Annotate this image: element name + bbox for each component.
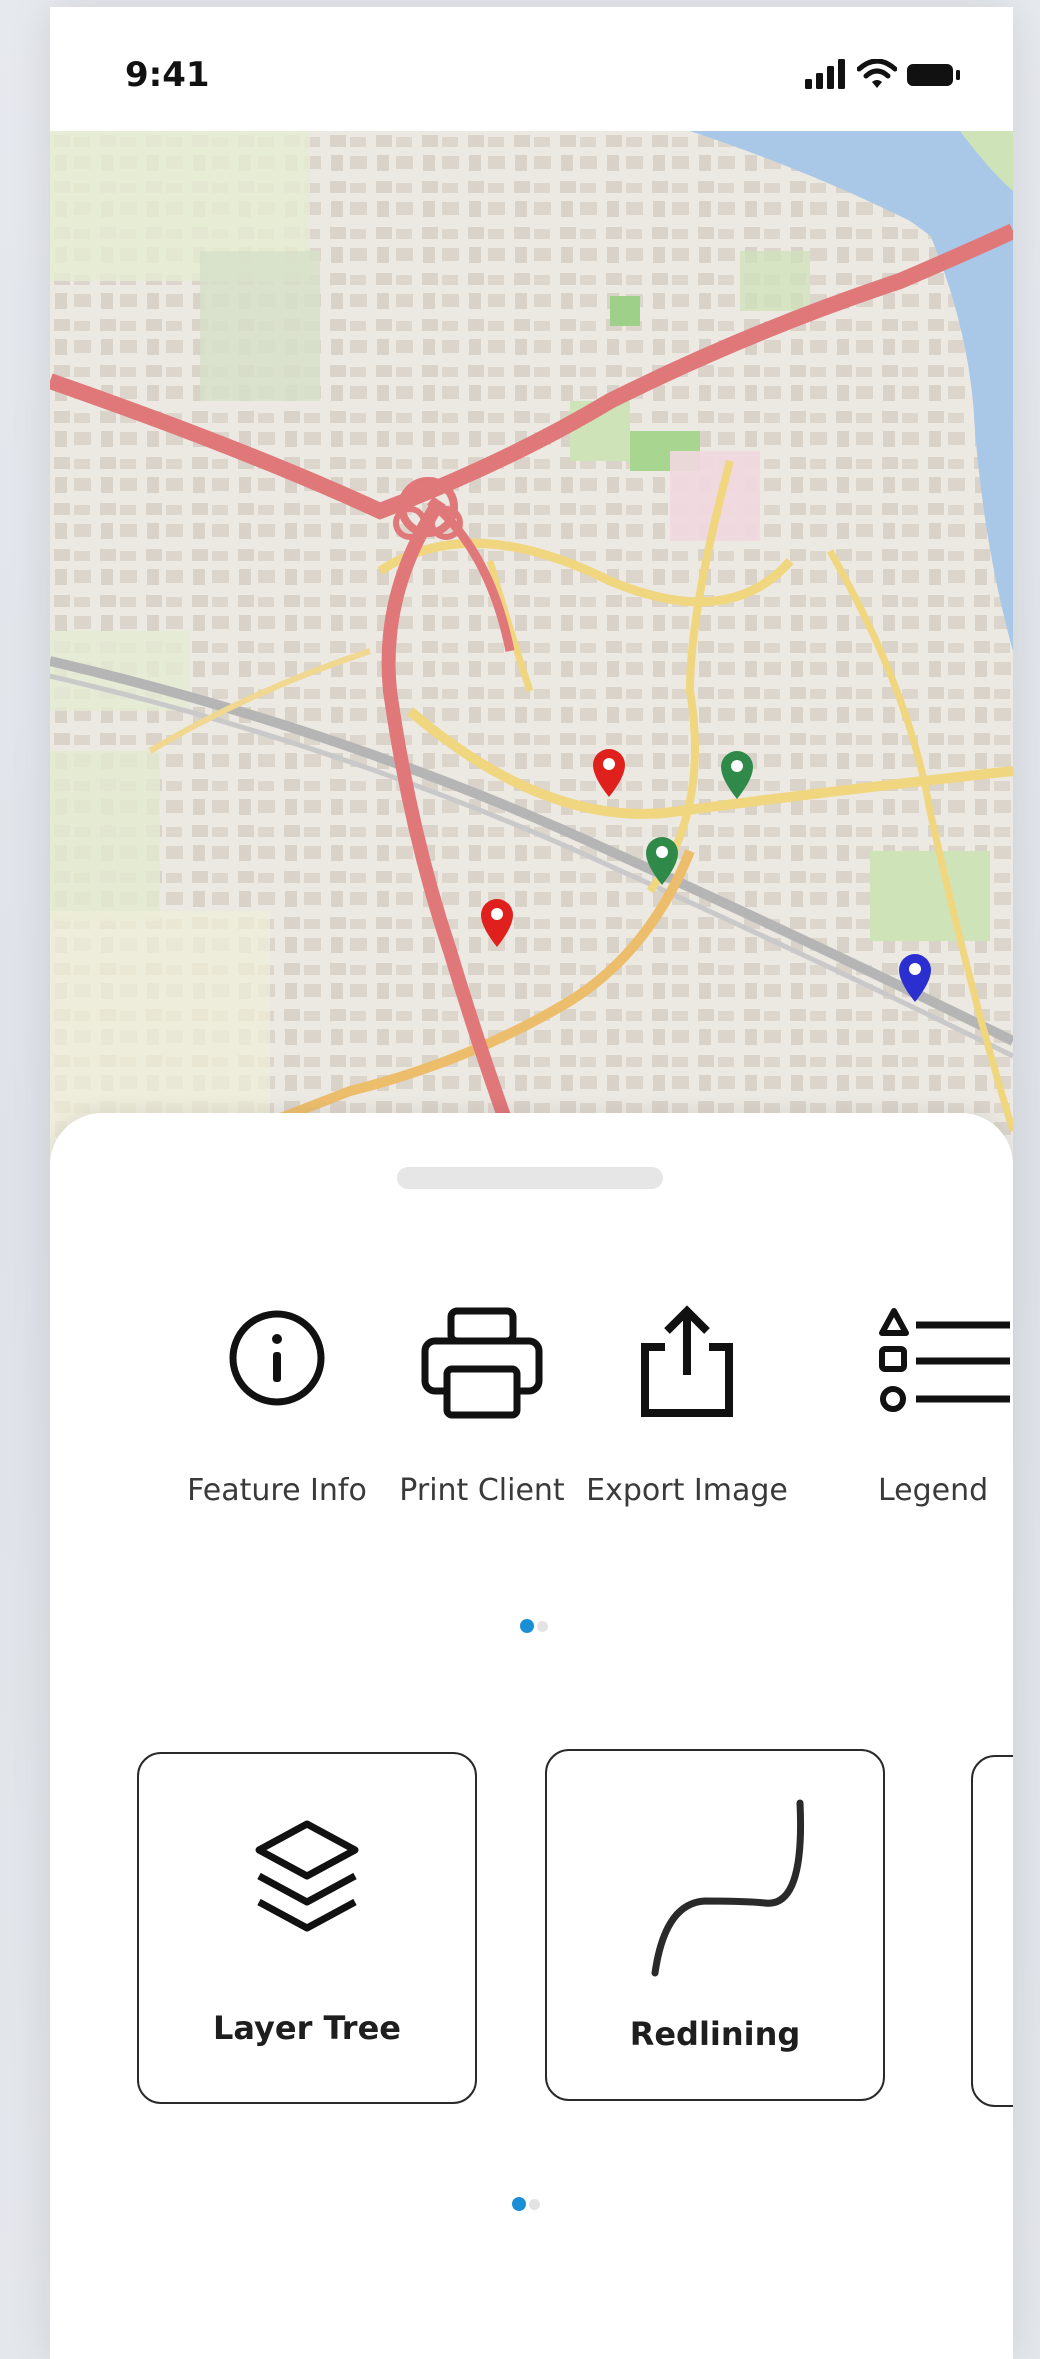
sheet-grabber[interactable]	[397, 1167, 663, 1189]
map-canvas[interactable]	[50, 131, 1013, 1161]
status-icons	[805, 59, 965, 93]
status-bar: 9:41	[50, 7, 1013, 131]
card-layer-tree[interactable]: Layer Tree	[137, 1752, 477, 2104]
map-view[interactable]	[50, 131, 1013, 1161]
legend-list-icon	[879, 1308, 1010, 1412]
tool-legend[interactable]: Legend	[870, 1303, 1013, 1508]
printer-icon	[421, 1307, 543, 1419]
card-redlining-label: Redlining	[629, 2015, 801, 2053]
share-icon	[641, 1305, 733, 1417]
layers-icon	[255, 1820, 359, 1932]
pager-dot[interactable]	[529, 2199, 540, 2210]
info-icon	[229, 1310, 325, 1406]
tool-export-image[interactable]: Export Image	[577, 1303, 797, 1508]
card-layer-tree-label: Layer Tree	[213, 2009, 401, 2047]
tool-legend-label: Legend	[878, 1473, 989, 1508]
wifi-icon	[857, 59, 897, 88]
phone-screen: 9:41 Feature Info Print Client Export Im…	[50, 7, 1013, 2359]
freehand-line-icon	[651, 1799, 805, 1977]
pager-dot[interactable]	[537, 1621, 548, 1632]
tool-legend-clip: Legend	[870, 1113, 1013, 1533]
pager-dot-active[interactable]	[512, 2197, 526, 2211]
tool-export-image-label: Export Image	[586, 1473, 788, 1508]
signal-icon	[805, 59, 845, 89]
card-redlining[interactable]: Redlining	[545, 1749, 885, 2101]
tools-pager[interactable]	[520, 1619, 560, 1633]
battery-icon	[907, 64, 960, 86]
bottom-sheet: Feature Info Print Client Export Image L…	[50, 1113, 1013, 2359]
card-next-partial[interactable]	[971, 1755, 1013, 2107]
cards-pager[interactable]	[512, 2197, 552, 2211]
pager-dot-active[interactable]	[520, 1619, 534, 1633]
status-time: 9:41	[125, 55, 210, 95]
